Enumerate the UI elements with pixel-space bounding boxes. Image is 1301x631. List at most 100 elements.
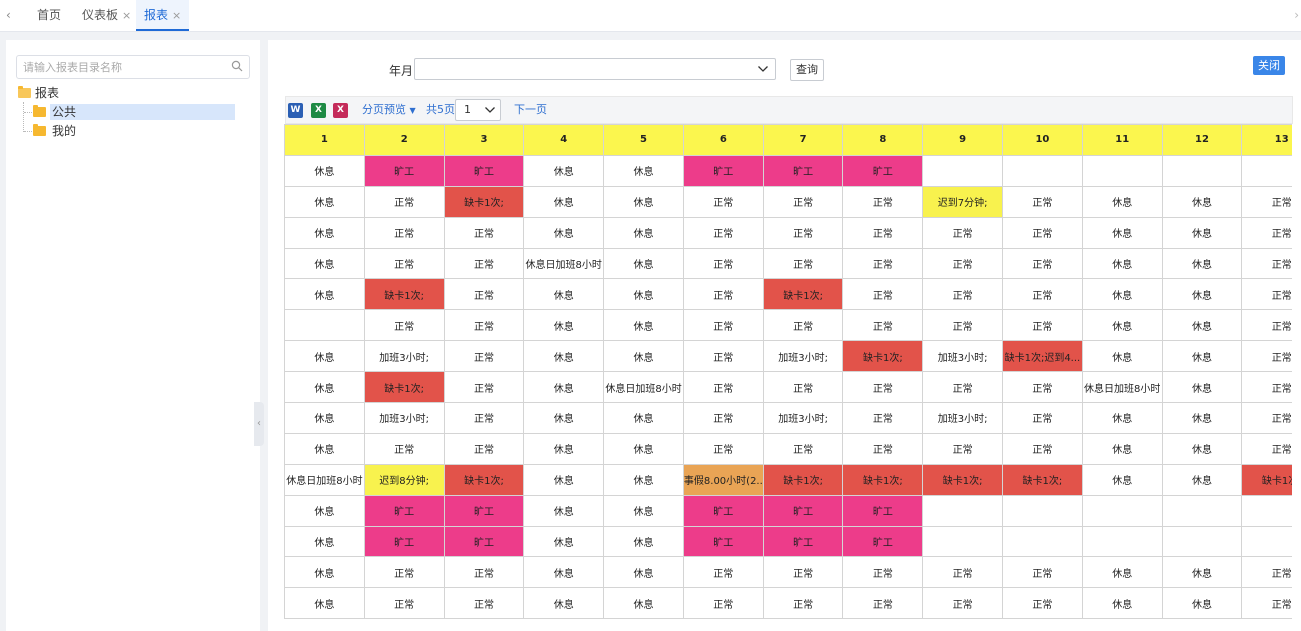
caret-down-icon: ▼ <box>409 106 416 115</box>
table-cell: 旷工 <box>762 525 844 558</box>
report-viewer: 年月 查询 关闭 W X X 分页预览 ▼ 共5页 1 下一页 12345678… <box>268 40 1301 631</box>
table-cell <box>922 494 1004 527</box>
table-row: 休息日加班8小时 迟到8分钟; 缺卡1次; 休息 休息 事假8.00小时(2... 缺卡1次… <box>284 463 1292 496</box>
table-cell: 正常 <box>443 556 525 589</box>
tab-home[interactable]: 首页 <box>37 0 61 31</box>
next-page-link[interactable]: 下一页 <box>514 103 547 117</box>
export-excel-paged-icon[interactable]: X <box>333 103 348 118</box>
table-cell: 休息 <box>603 463 684 496</box>
table-cell: 正常 <box>1241 371 1292 404</box>
table-cell: 正常 <box>363 587 445 620</box>
tab-report[interactable]: 报表 × <box>136 0 190 31</box>
table-cell: 缺卡1次;迟到4... <box>1002 340 1083 373</box>
table-cell: 正常 <box>363 432 445 465</box>
chevron-left-icon[interactable]: ‹ <box>6 8 20 24</box>
table-cell: 正常 <box>443 247 525 280</box>
table-cell: 休息 <box>1081 402 1163 434</box>
tab-dashboard[interactable]: 仪表板 × <box>82 0 131 31</box>
table-cell: 正常 <box>682 587 764 620</box>
table-cell <box>1241 494 1292 527</box>
table-cell: 正常 <box>443 216 525 249</box>
table-cell: 正常 <box>842 371 924 404</box>
table-cell: 休息 <box>1081 587 1163 620</box>
table-cell: 加班3小时; <box>922 402 1004 434</box>
table-cell: 休息 <box>603 432 684 465</box>
year-month-select[interactable] <box>414 58 776 80</box>
page-number-value: 1 <box>464 103 471 116</box>
sidebar-collapse-handle[interactable]: ‹ <box>254 402 264 446</box>
table-cell: 缺卡1次; <box>443 463 525 496</box>
table-cell: 休息日加班8小时 <box>523 247 605 280</box>
table-cell: 缺卡1次; <box>922 463 1004 496</box>
table-cell: 休息 <box>603 525 684 558</box>
table-row: 休息 正常 正常 休息 休息 正常 正常 正常 正常 正常 休息 休息 正常 <box>284 432 1292 465</box>
table-cell: 休息 <box>603 494 684 527</box>
tree-node-mine[interactable]: 我的 <box>24 123 78 139</box>
tab-label: 首页 <box>37 8 62 22</box>
report-directory-sidebar: 报表 公共 我的 <box>6 40 260 631</box>
table-cell: 正常 <box>443 309 525 342</box>
table-cell: 正常 <box>443 432 525 465</box>
table-cell: 休息 <box>284 340 365 373</box>
table-cell: 休息 <box>284 525 365 558</box>
table-cell: 正常 <box>1241 216 1292 249</box>
search-icon[interactable] <box>231 60 243 72</box>
table-cell: 缺卡1次; <box>1002 463 1083 496</box>
tree-node-label: 我的 <box>52 124 77 138</box>
tree-connector <box>24 131 32 132</box>
table-cell <box>1241 154 1292 187</box>
table-cell: 休息 <box>1081 432 1163 465</box>
table-cell: 迟到8分钟; <box>363 463 445 496</box>
export-excel-icon[interactable]: X <box>311 103 326 118</box>
table-cell: 正常 <box>1241 340 1292 373</box>
table-cell: 正常 <box>1241 185 1292 218</box>
table-cell: 休息 <box>284 371 365 404</box>
tree-root[interactable]: 报表 <box>18 85 59 101</box>
table-row: 正常 正常 休息 休息 正常 正常 正常 正常 正常 休息 休息 正常 <box>284 309 1292 342</box>
close-icon[interactable]: × <box>122 9 131 22</box>
close-icon[interactable]: × <box>172 9 181 22</box>
table-cell: 正常 <box>922 247 1004 280</box>
table-cell: 正常 <box>842 402 924 434</box>
table-cell: 休息 <box>1081 309 1163 342</box>
table-cell: 休息 <box>523 185 605 218</box>
table-cell <box>1241 525 1292 558</box>
table-cell: 正常 <box>443 340 525 373</box>
table-cell: 休息 <box>284 494 365 527</box>
table-cell: 正常 <box>682 432 764 465</box>
table-cell: 正常 <box>682 247 764 280</box>
page-preview-menu[interactable]: 分页预览 ▼ <box>362 103 416 118</box>
table-cell: 旷工 <box>443 525 525 558</box>
table-cell: 正常 <box>1241 247 1292 280</box>
folder-open-icon <box>18 86 31 98</box>
chevron-right-icon[interactable]: › <box>1294 8 1299 22</box>
query-button[interactable]: 查询 <box>790 59 824 81</box>
table-cell <box>284 309 365 342</box>
column-header: 13 <box>1241 124 1292 156</box>
table-row: 休息 缺卡1次; 正常 休息 休息日加班8小时 正常 正常 正常 正常 正常 休息日加班8小时 休息正… <box>284 371 1292 404</box>
attendance-table-container[interactable]: 1 2 3 4 5 6 7 8 9 10 11 12 13 休息 旷工 旷工 休息 休息 旷工 旷工 旷工 休息 正常 缺卡… <box>284 124 1292 631</box>
table-cell: 正常 <box>762 371 844 404</box>
table-cell: 正常 <box>922 278 1004 311</box>
table-cell: 正常 <box>1002 432 1083 465</box>
page-number-select[interactable]: 1 <box>455 99 501 121</box>
table-cell: 休息 <box>603 154 684 187</box>
table-cell: 正常 <box>443 587 525 620</box>
tree-node-public[interactable]: 公共 <box>24 104 235 120</box>
table-cell: 休息 <box>1081 556 1163 589</box>
search-input[interactable] <box>17 56 217 78</box>
export-word-icon[interactable]: W <box>288 103 303 118</box>
table-cell: 正常 <box>1002 185 1083 218</box>
table-cell: 事假8.00小时(2... <box>682 463 764 496</box>
close-button[interactable]: 关闭 <box>1253 56 1285 75</box>
tree-node-label: 公共 <box>50 104 235 120</box>
table-cell: 正常 <box>1002 216 1083 249</box>
tab-bar: ‹ 首页 仪表板 × 报表 × › <box>0 0 1301 32</box>
column-header: 8 <box>842 124 924 156</box>
table-row: 休息 旷工 旷工 休息 休息 旷工 旷工 旷工 <box>284 494 1292 527</box>
table-cell: 正常 <box>1002 247 1083 280</box>
table-cell: 正常 <box>922 556 1004 589</box>
table-cell: 休息 <box>523 463 605 496</box>
table-cell: 正常 <box>1002 278 1083 311</box>
table-cell <box>922 525 1004 558</box>
